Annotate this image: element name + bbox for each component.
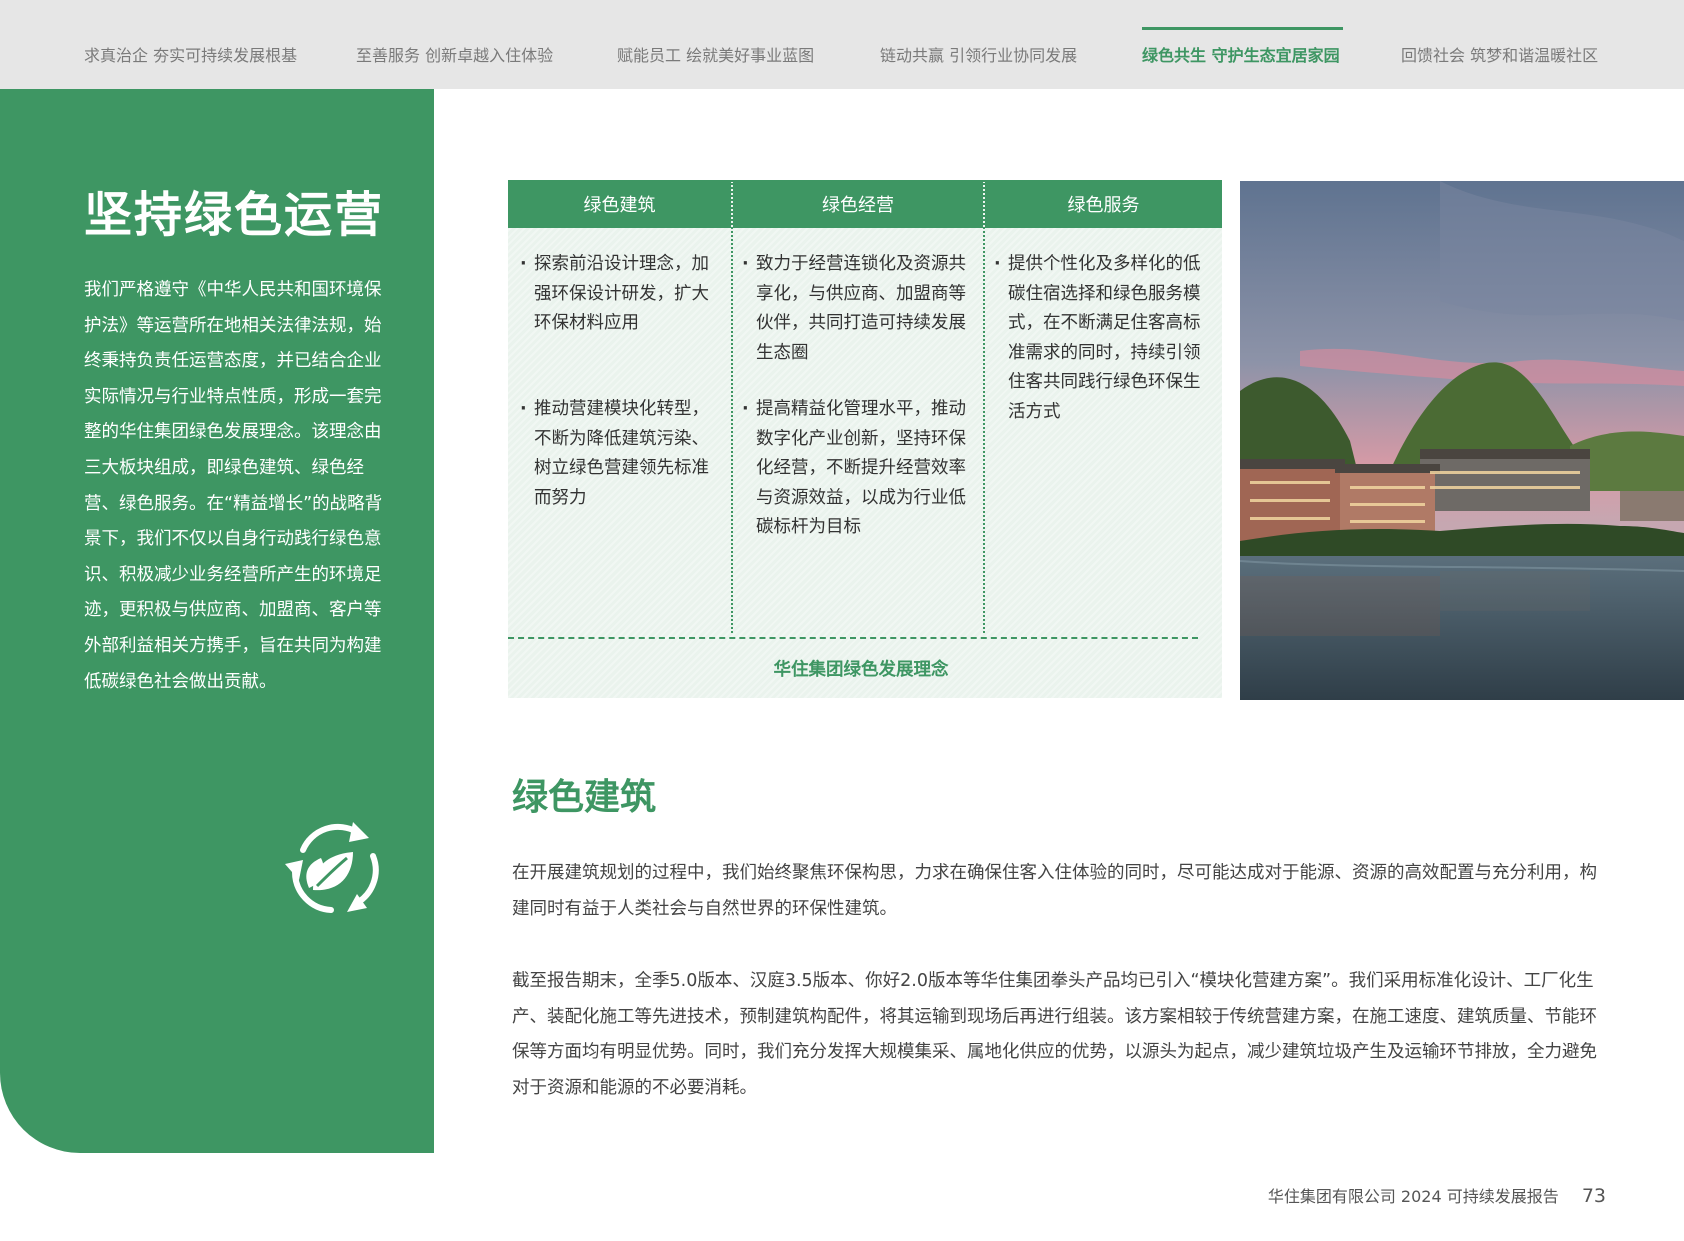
list-item: 致力于经营连锁化及资源共享化，与供应商、加盟商等伙伴，共同打造可持续发展生态圈 — [742, 250, 974, 395]
pillar-list-building: 探索前沿设计理念，加强环保设计研发，扩大环保材料应用 推动营建模块化转型，不断为… — [520, 250, 725, 513]
list-item: 提高精益化管理水平，推动数字化产业创新，坚持环保化经营，不断提升经营效率与资源效… — [742, 395, 974, 543]
list-item: 推动营建模块化转型，不断为降低建筑污染、树立绿色营建领先标准而努力 — [520, 395, 725, 513]
nav-item-governance[interactable]: 求真治企 夯实可持续发展根基 — [84, 42, 297, 66]
top-navigation: 求真治企 夯实可持续发展根基 至善服务 创新卓越入住体验 赋能员工 绘就美好事业… — [0, 0, 1684, 89]
nav-item-service[interactable]: 至善服务 创新卓越入住体验 — [356, 42, 553, 66]
pillar-header-building: 绿色建筑 — [508, 180, 731, 228]
left-panel: 坚持绿色运营 我们严格遵守《中华人民共和国环境保护法》等运营所在地相关法律法规，… — [0, 89, 434, 1153]
nav-item-community[interactable]: 回馈社会 筑梦和谐温暖社区 — [1401, 42, 1598, 66]
green-pillars-table: 绿色建筑 绿色经营 绿色服务 探索前沿设计理念，加强环保设计研发，扩大环保材料应… — [508, 180, 1222, 698]
left-panel-body: 我们严格遵守《中华人民共和国环境保护法》等运营所在地相关法律法规，始终秉持负责任… — [84, 280, 383, 692]
column-divider — [983, 180, 985, 633]
hotel-landscape-photo — [1240, 181, 1684, 700]
left-panel-title: 坚持绿色运营 — [84, 187, 385, 243]
report-name: 华住集团有限公司 2024 可持续发展报告 — [1267, 1187, 1559, 1206]
section-paragraph: 在开展建筑规划的过程中，我们始终聚焦环保构思，力求在确保住客入住体验的同时，尽可… — [512, 863, 1597, 919]
recycle-leaf-icon — [283, 816, 385, 918]
pillar-list-service: 提供个性化及多样化的低碳住宿选择和绿色服务模式，在不断满足住客高标准需求的同时，… — [994, 250, 1206, 427]
page-number: 73 — [1581, 1185, 1606, 1207]
nav-item-industry[interactable]: 链动共赢 引领行业协同发展 — [880, 42, 1077, 66]
nav-item-employees[interactable]: 赋能员工 绘就美好事业蓝图 — [617, 42, 814, 66]
nav-item-green[interactable]: 绿色共生 守护生态宜居家园 — [1142, 42, 1340, 66]
column-divider — [731, 180, 733, 633]
pillar-list-operation: 致力于经营连锁化及资源共享化，与供应商、加盟商等伙伴，共同打造可持续发展生态圈 … — [742, 250, 974, 543]
pillar-header-service: 绿色服务 — [985, 180, 1222, 228]
list-item: 提供个性化及多样化的低碳住宿选择和绿色服务模式，在不断满足住客高标准需求的同时，… — [994, 250, 1206, 427]
section-title: 绿色建筑 — [512, 777, 657, 818]
pillar-header-operation: 绿色经营 — [733, 180, 983, 228]
pillars-caption: 华住集团绿色发展理念 — [773, 660, 949, 680]
active-tab-indicator — [1142, 27, 1343, 30]
caption-divider — [508, 637, 1198, 639]
section-paragraph: 截至报告期末，全季5.0版本、汉庭3.5版本、你好2.0版本等华住集团拳头产品均… — [512, 971, 1597, 1098]
list-item: 探索前沿设计理念，加强环保设计研发，扩大环保材料应用 — [520, 250, 725, 395]
page-footer: 华住集团有限公司 2024 可持续发展报告 73 — [1268, 1183, 1606, 1207]
